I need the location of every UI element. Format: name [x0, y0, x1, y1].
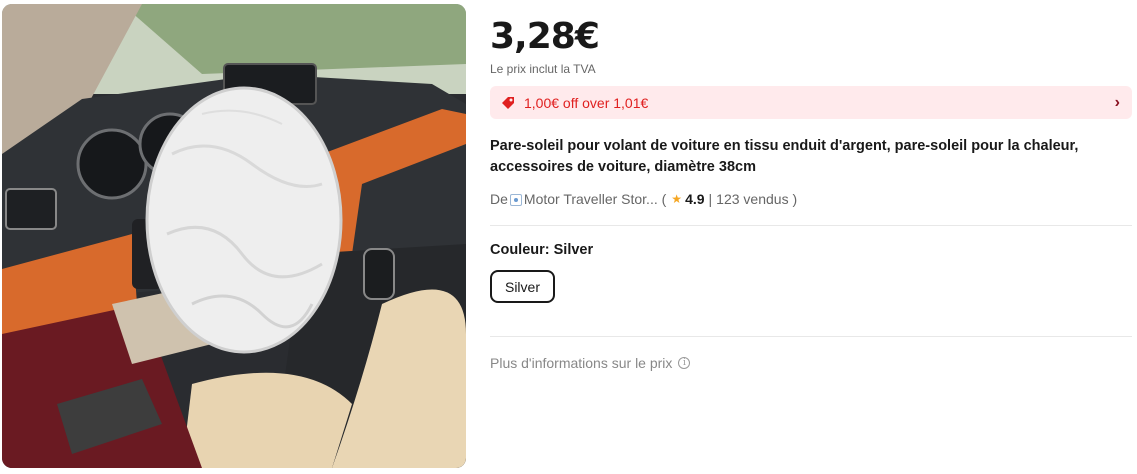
info-icon: i	[678, 357, 691, 369]
store-line[interactable]: De Motor Traveller Stor... ( ★ 4.9 | 123…	[490, 191, 797, 207]
chevron-right-icon: ›	[1114, 93, 1120, 111]
divider	[490, 336, 1132, 337]
store-badge-icon	[509, 194, 522, 206]
product-info-panel: 3,28€ Le prix inclut la TVA 1,00€ off ov…	[490, 0, 1132, 474]
divider	[490, 225, 1132, 226]
sold-count: 123 vendus	[716, 191, 789, 207]
product-title: Pare-soleil pour volant de voiture en ti…	[490, 138, 1079, 175]
more-info-text: Plus d'informations sur le prix	[490, 355, 673, 371]
store-prefix: De	[490, 191, 508, 207]
color-label: Couleur: Silver	[490, 242, 594, 258]
coupon-tag-icon	[502, 96, 514, 109]
vat-note: Le prix inclut la TVA	[490, 62, 596, 76]
store-rating: 4.9	[685, 191, 705, 207]
coupon-banner[interactable]: 1,00€ off over 1,01€ ›	[490, 86, 1132, 119]
more-price-info-link[interactable]: Plus d'informations sur le prix i	[490, 355, 691, 371]
open-paren: (	[657, 191, 667, 207]
separator: |	[708, 191, 713, 207]
price: 3,28€	[490, 16, 600, 57]
coupon-text: 1,00€ off over 1,01€	[524, 94, 649, 111]
close-paren: )	[788, 191, 798, 207]
star-icon: ★	[671, 192, 683, 206]
store-name[interactable]: Motor Traveller Stor...	[524, 191, 658, 207]
color-option-silver[interactable]: Silver	[490, 270, 555, 303]
product-image[interactable]	[2, 4, 466, 468]
